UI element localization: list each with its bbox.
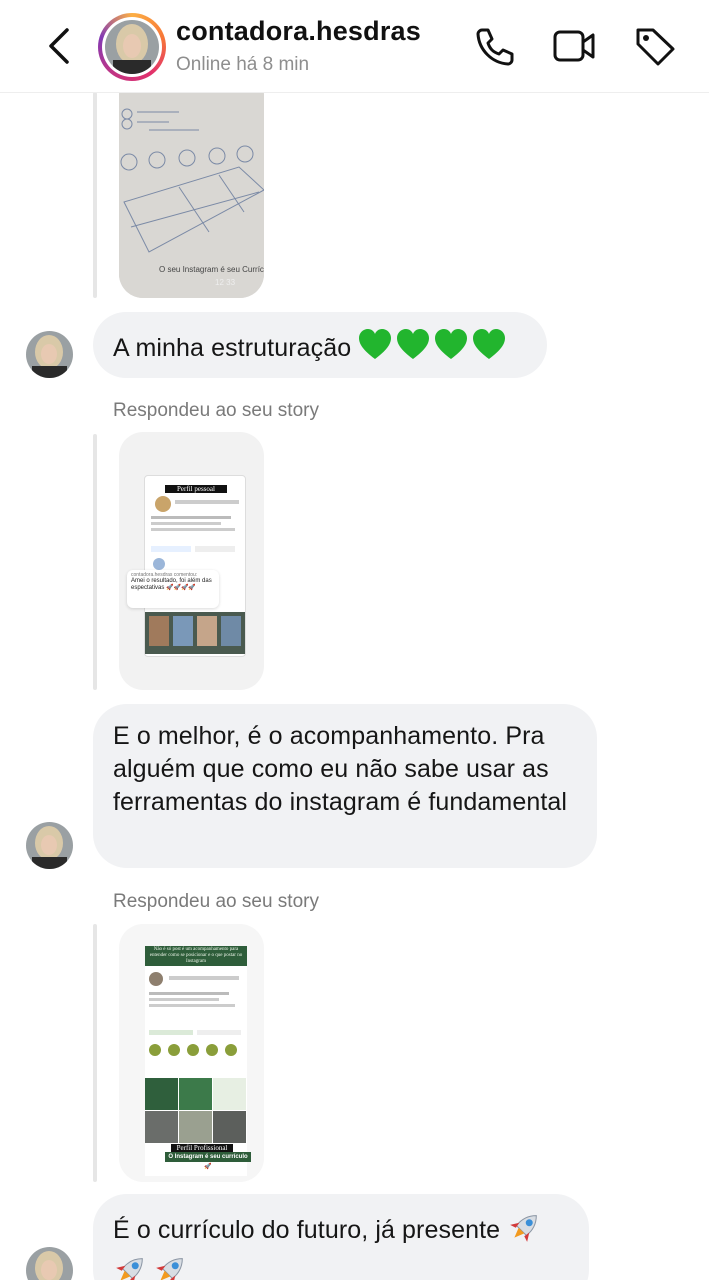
tag-icon bbox=[636, 28, 675, 66]
audio-call-button[interactable] bbox=[472, 24, 516, 68]
story-reply-label: Respondeu ao seu story bbox=[113, 891, 319, 912]
story-time: 12 33 bbox=[215, 278, 236, 287]
video-call-button[interactable] bbox=[552, 24, 596, 68]
reply-indicator-bar bbox=[93, 924, 97, 1182]
message-text: E o melhor, é o acompanhamento. Pra algu… bbox=[113, 722, 568, 816]
story-reply-label: Respondeu ao seu story bbox=[113, 400, 319, 421]
story-banner: Não é só post é um acompanhamento para e… bbox=[145, 946, 247, 966]
story-preview[interactable]: Não é só post é um acompanhamento para e… bbox=[119, 924, 264, 1182]
story-preview[interactable]: Perfil pessoal contadora.hesdras comento… bbox=[119, 432, 264, 690]
story-title: Perfil pessoal bbox=[165, 485, 227, 493]
reply-indicator-bar bbox=[93, 434, 97, 690]
online-status: Online há 8 min bbox=[176, 54, 310, 75]
sender-avatar[interactable] bbox=[26, 1247, 73, 1280]
rocket-icon bbox=[113, 1253, 191, 1280]
profile-avatar[interactable] bbox=[98, 13, 166, 81]
reply-indicator-bar bbox=[93, 92, 97, 298]
message-thread[interactable]: O seu Instagram é seu Currículo 12 33 A … bbox=[0, 92, 709, 1280]
story-preview[interactable]: O seu Instagram é seu Currículo 12 33 bbox=[119, 92, 264, 298]
chat-header: contadora.hesdras Online há 8 min bbox=[0, 0, 709, 93]
video-camera-icon bbox=[553, 30, 595, 62]
green-heart-icon bbox=[358, 328, 508, 371]
message-text: A minha estruturação bbox=[113, 334, 352, 362]
sender-avatar[interactable] bbox=[26, 822, 73, 869]
story-caption: O Instagram é seu currículo 🚀 bbox=[165, 1152, 251, 1170]
tag-button[interactable] bbox=[633, 24, 677, 68]
comment-text: Amei o resultado, foi além das espectati… bbox=[131, 578, 212, 591]
sender-avatar[interactable] bbox=[26, 331, 73, 378]
message-text: É o currículo do futuro, já presente bbox=[113, 1216, 501, 1244]
back-button[interactable] bbox=[40, 24, 80, 68]
rocket-icon bbox=[507, 1210, 543, 1253]
contact-username[interactable]: contadora.hesdras bbox=[176, 16, 421, 47]
story-caption: O seu Instagram é seu Currículo bbox=[159, 265, 264, 274]
story-title: Perfil Profissional bbox=[171, 1144, 233, 1152]
message-bubble[interactable]: A minha estruturação bbox=[93, 312, 547, 378]
message-bubble[interactable]: E o melhor, é o acompanhamento. Pra algu… bbox=[93, 704, 597, 868]
back-arrow-icon bbox=[49, 28, 69, 64]
phone-icon bbox=[476, 28, 514, 66]
message-bubble[interactable]: É o currículo do futuro, já presente bbox=[93, 1194, 589, 1280]
